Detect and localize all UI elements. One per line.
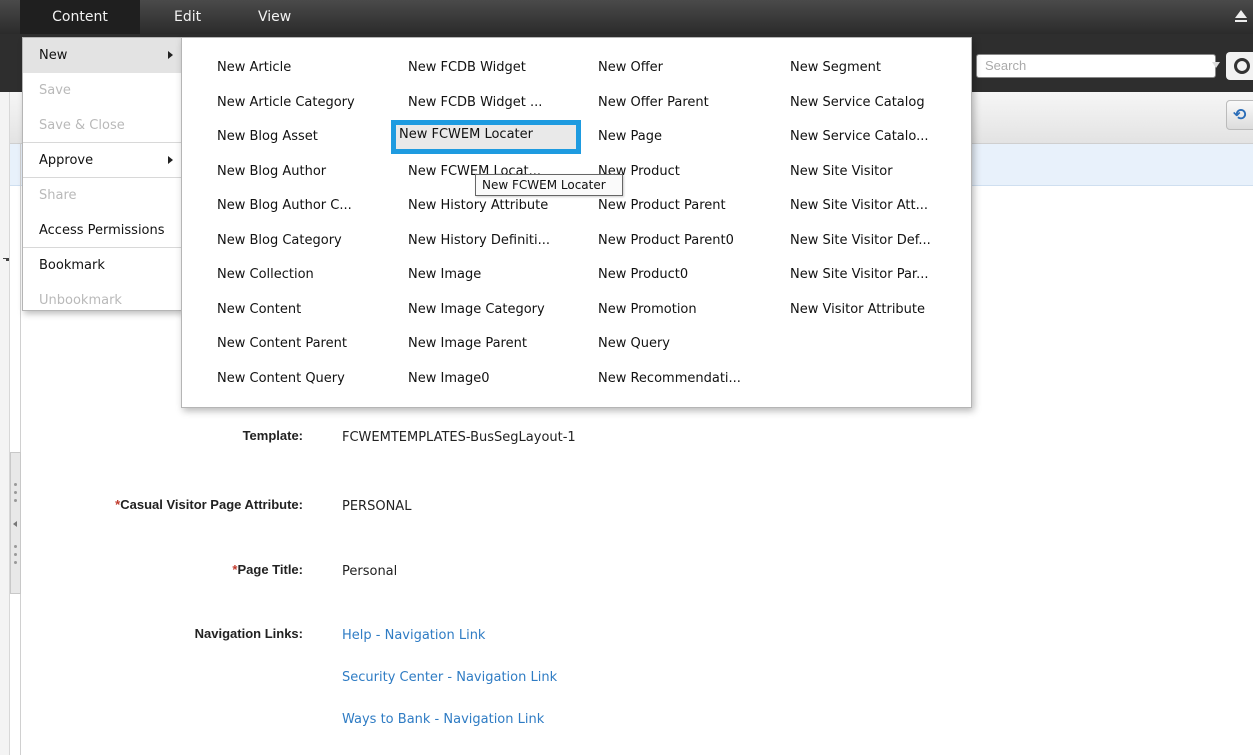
nav-link-help[interactable]: Help - Navigation Link xyxy=(342,628,485,643)
page-title-value: Personal xyxy=(342,564,398,579)
new-submenu: New Article New Article Category New Blo… xyxy=(181,37,972,408)
content-menu: New Save Save & Close Approve Share Acce… xyxy=(22,37,182,311)
menu-edit[interactable]: Edit xyxy=(164,0,211,34)
submenu-item[interactable]: New Product0 xyxy=(590,262,688,288)
app-window: Content Edit View Search ⟲ Template: FCW… xyxy=(0,0,1253,755)
menu-item-approve[interactable]: Approve xyxy=(23,143,181,178)
submenu-item[interactable]: New Blog Asset xyxy=(209,124,318,150)
submenu-item[interactable]: New Image0 xyxy=(400,366,489,392)
navigation-links-label: Navigation Links: xyxy=(194,626,303,641)
submenu-item[interactable]: New Offer xyxy=(590,55,663,81)
menu-item-unbookmark[interactable]: Unbookmark xyxy=(23,283,181,318)
grip-dot xyxy=(14,553,17,556)
search-input[interactable]: Search xyxy=(976,54,1216,78)
menu-item-save[interactable]: Save xyxy=(23,73,181,108)
submenu-item[interactable]: New Query xyxy=(590,331,670,357)
submenu-item[interactable]: New Article xyxy=(209,55,291,81)
submenu-item[interactable]: New FCDB Widget ... xyxy=(400,90,542,116)
menu-item-bookmark[interactable]: Bookmark xyxy=(23,248,181,283)
casual-visitor-label-text: Casual Visitor Page Attribute: xyxy=(120,497,303,512)
submenu-item[interactable]: New Blog Category xyxy=(209,228,342,254)
submenu-item[interactable]: New Blog Author xyxy=(209,159,326,185)
grip-dot xyxy=(14,545,17,548)
submenu-item[interactable]: New Site Visitor xyxy=(782,159,893,185)
submenu-item[interactable]: New Blog Author C... xyxy=(209,193,352,219)
casual-visitor-value: PERSONAL xyxy=(342,499,412,514)
submenu-item[interactable]: New FCDB Widget xyxy=(400,55,526,81)
menu-item-new[interactable]: New xyxy=(23,38,181,73)
submenu-item[interactable]: New Segment xyxy=(782,55,881,81)
submenu-item[interactable]: New Article Category xyxy=(209,90,355,116)
submenu-item[interactable]: New Promotion xyxy=(590,297,697,323)
submenu-item[interactable]: New Content Parent xyxy=(209,331,347,357)
menu-view[interactable]: View xyxy=(248,0,301,34)
submenu-item[interactable]: New Content xyxy=(209,297,301,323)
divider xyxy=(20,144,21,755)
submenu-item[interactable]: New Service Catalog xyxy=(782,90,925,116)
eject-icon[interactable] xyxy=(1235,10,1247,22)
submenu-item[interactable]: New Image Parent xyxy=(400,331,527,357)
chevron-right-icon xyxy=(168,156,173,164)
left-panel-strip xyxy=(0,92,10,755)
nav-link-security-center[interactable]: Security Center - Navigation Link xyxy=(342,670,557,685)
nav-link-ways-to-bank[interactable]: Ways to Bank - Navigation Link xyxy=(342,712,544,727)
submenu-item[interactable]: New Image xyxy=(400,262,481,288)
submenu-item[interactable]: New Image Category xyxy=(400,297,545,323)
tick-mark xyxy=(3,258,9,259)
submenu-item[interactable]: New Offer Parent xyxy=(590,90,709,116)
submenu-item[interactable]: New History Definiti... xyxy=(400,228,550,254)
menu-item-label: Approve xyxy=(39,153,94,168)
submenu-item-focused[interactable]: New FCWEM Locater xyxy=(391,120,581,154)
menu-item-share[interactable]: Share xyxy=(23,178,181,213)
submenu-item[interactable]: New Product Parent xyxy=(590,193,726,219)
submenu-item[interactable]: New Collection xyxy=(209,262,314,288)
menu-item-access-permissions[interactable]: Access Permissions xyxy=(23,213,181,248)
casual-visitor-label: *Casual Visitor Page Attribute: xyxy=(0,497,303,512)
tooltip: New FCWEM Locater xyxy=(475,174,623,196)
collapse-arrow-icon[interactable] xyxy=(13,521,17,527)
submenu-item[interactable]: New Visitor Attribute xyxy=(782,297,925,323)
page-title-label-text: Page Title: xyxy=(237,562,303,577)
refresh-icon[interactable]: ⟲ xyxy=(1226,100,1253,130)
submenu-item[interactable]: New Page xyxy=(590,124,662,150)
grip-dot xyxy=(14,483,17,486)
search-dropdown-icon[interactable] xyxy=(1212,62,1220,68)
grip-dot xyxy=(14,491,17,494)
submenu-item[interactable]: New Site Visitor Att... xyxy=(782,193,928,219)
chevron-right-icon xyxy=(168,51,173,59)
submenu-item[interactable]: New Content Query xyxy=(209,366,345,392)
submenu-item[interactable]: New Site Visitor Par... xyxy=(782,262,928,288)
submenu-item[interactable]: New Recommendati... xyxy=(590,366,741,392)
submenu-item[interactable]: New Site Visitor Def... xyxy=(782,228,931,254)
template-label: Template: xyxy=(242,428,303,443)
template-value: FCWEMTEMPLATES-BusSegLayout-1 xyxy=(342,430,576,445)
menu-content[interactable]: Content xyxy=(20,0,140,34)
page-title-label: *Page Title: xyxy=(0,562,303,577)
menu-item-save-close[interactable]: Save & Close xyxy=(23,108,181,143)
menubar: Content Edit View xyxy=(0,0,1253,34)
menu-item-label: New xyxy=(39,48,68,63)
submenu-item[interactable]: New Product Parent0 xyxy=(590,228,734,254)
submenu-item[interactable]: New Service Catalo... xyxy=(782,124,929,150)
submenu-item[interactable]: New History Attribute xyxy=(400,193,548,219)
search-icon[interactable] xyxy=(1226,52,1253,80)
